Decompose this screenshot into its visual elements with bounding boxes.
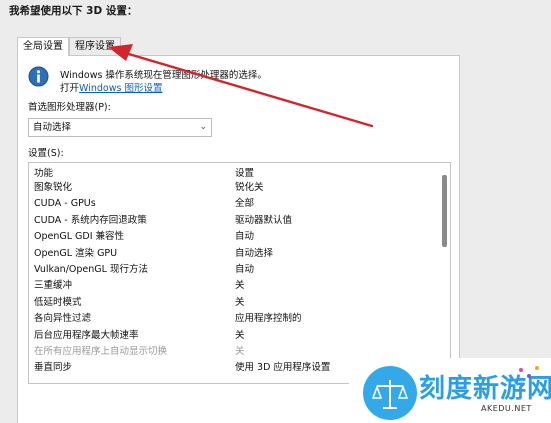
feature-value: 驱动器默认值 (235, 214, 293, 226)
list-scrollbar[interactable] (442, 175, 447, 247)
feature-name: 图象锐化 (34, 182, 73, 193)
feature-name: CUDA - GPUs (34, 198, 96, 210)
tab-bar: 全局设置 程序设置 (17, 37, 121, 56)
feature-name: 在所有应用程序上自动显示切换 (34, 346, 168, 357)
dot (527, 374, 531, 378)
watermark-title: 刻度新游网 (419, 374, 551, 404)
feature-value: 使用 3D 应用程序设置 (235, 362, 331, 374)
feature-name: 垂直同步 (34, 362, 73, 374)
settings-row[interactable]: 图象锐化 锐化关 (29, 180, 439, 196)
feature-value: 自动 (235, 231, 255, 243)
info-message-link-line: 打开Windows 图形设置 (60, 80, 162, 94)
dot (519, 368, 523, 372)
feature-value: 关 (235, 346, 245, 357)
feature-value: 关 (235, 329, 245, 341)
info-message: Windows 操作系统现在管理图形处理器的选择。 (60, 70, 267, 81)
settings-list-header: 功能 设置 (29, 165, 439, 180)
settings-row[interactable]: OpenGL GDI 兼容性 自动 (29, 229, 439, 245)
feature-value: 自动选择 (235, 247, 274, 259)
feature-name: OpenGL GDI 兼容性 (34, 231, 125, 243)
settings-label: 设置(S): (28, 148, 64, 159)
settings-row[interactable]: CUDA - 系统内存回退政策 驱动器默认值 (29, 213, 439, 229)
feature-name: 低延时模式 (34, 296, 82, 308)
settings-row[interactable]: 低延时模式 关 (29, 295, 439, 311)
feature-name: OpenGL 渲染 GPU (34, 247, 118, 259)
page-heading: 我希望使用以下 3D 设置： (9, 5, 138, 17)
column-header-setting[interactable]: 设置 (235, 165, 254, 179)
feature-value: 自动 (235, 264, 255, 275)
feature-name: 后台应用程序最大帧速率 (34, 329, 139, 341)
info-link-prefix: 打开 (60, 83, 80, 94)
watermark-logo (363, 366, 417, 420)
settings-row[interactable]: 三重缓冲 关 (29, 278, 439, 294)
feature-name: 三重缓冲 (34, 280, 73, 292)
feature-name: CUDA - 系统内存回退政策 (34, 214, 147, 226)
scale-icon (371, 380, 409, 409)
settings-row[interactable]: Vulkan/OpenGL 现行方法 自动 (29, 262, 439, 278)
settings-row[interactable]: CUDA - GPUs 全部 (29, 196, 439, 212)
feature-value: 全部 (235, 198, 255, 210)
feature-value: 关 (235, 280, 245, 292)
tab-global-settings[interactable]: 全局设置 (17, 37, 69, 56)
settings-row[interactable]: OpenGL 渲染 GPU 自动选择 (29, 246, 439, 262)
feature-name: Vulkan/OpenGL 现行方法 (34, 264, 148, 275)
column-header-feature[interactable]: 功能 (34, 165, 53, 179)
feature-value: 应用程序控制的 (235, 313, 302, 325)
preferred-processor-value: 自动选择 (33, 122, 72, 133)
preferred-processor-select[interactable]: 自动选择 ⌄ (28, 118, 212, 137)
windows-graphics-settings-link[interactable]: Windows 图形设置 (79, 83, 162, 94)
dot (535, 366, 539, 370)
settings-row[interactable]: 各向异性过滤 应用程序控制的 (29, 311, 439, 327)
settings-row[interactable]: 后台应用程序最大帧速率 关 (29, 328, 439, 344)
info-icon (28, 66, 49, 87)
feature-name: 各向异性过滤 (34, 313, 92, 325)
chevron-down-icon: ⌄ (199, 122, 207, 132)
watermark-site: AKEDU.NET (481, 404, 532, 413)
settings-list[interactable]: 功能 设置 图象锐化 锐化关 CUDA - GPUs 全部 CUDA - 系统内存回… (28, 162, 451, 384)
feature-value: 关 (235, 296, 245, 308)
preferred-processor-label: 首选图形处理器(P): (28, 102, 111, 113)
feature-value: 锐化关 (235, 182, 264, 193)
tab-program-settings[interactable]: 程序设置 (69, 37, 121, 55)
